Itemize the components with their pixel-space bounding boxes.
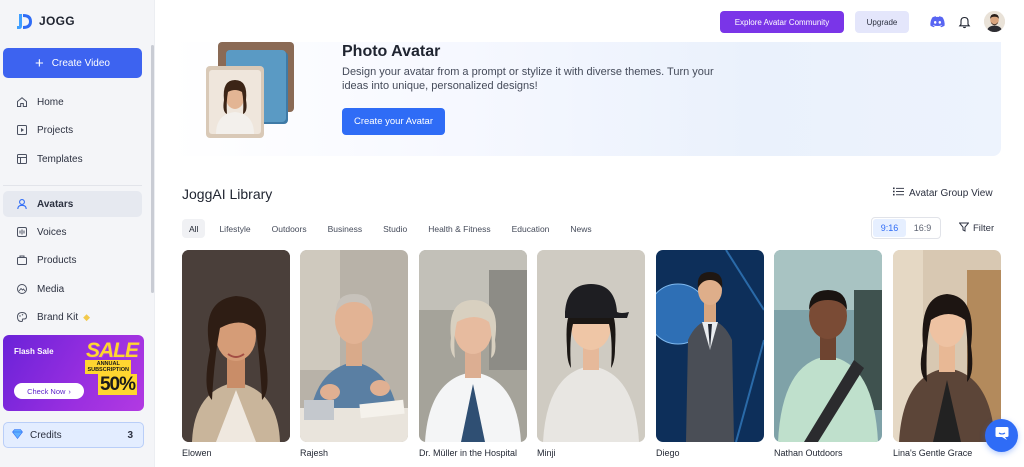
credits-box[interactable]: Credits 3 bbox=[3, 422, 144, 448]
chat-icon bbox=[994, 425, 1010, 446]
avatar-card[interactable]: Elowen bbox=[182, 250, 290, 459]
sidebar: JOGG + Create Video Home Projects Templa… bbox=[0, 0, 155, 467]
avatar-thumbnail-diego bbox=[656, 250, 764, 442]
sidebar-item-voices[interactable]: Voices bbox=[3, 219, 142, 245]
jogg-logo-icon bbox=[14, 11, 34, 31]
avatar-card[interactable]: Nathan Outdoors bbox=[774, 250, 882, 459]
avatar-thumbnail-rajesh bbox=[300, 250, 408, 442]
sale-graphic: SALE ANNUAL SUBSCRIPTION 50% bbox=[85, 337, 142, 409]
brand-kit-icon bbox=[16, 311, 28, 323]
products-icon bbox=[16, 254, 28, 266]
sidebar-item-media[interactable]: Media bbox=[3, 276, 142, 302]
tab-business[interactable]: Business bbox=[321, 219, 370, 238]
check-now-label: Check Now bbox=[27, 386, 66, 396]
chat-support-button[interactable] bbox=[985, 419, 1018, 452]
avatar-thumbnail-minji bbox=[537, 250, 645, 442]
sale-annual-text: ANNUAL SUBSCRIPTION bbox=[85, 360, 131, 375]
tab-lifestyle[interactable]: Lifestyle bbox=[212, 219, 257, 238]
sidebar-item-label: Media bbox=[37, 283, 65, 295]
avatar-user-icon bbox=[16, 198, 28, 210]
home-icon bbox=[16, 96, 28, 108]
category-tabs: All Lifestyle Outdoors Business Studio H… bbox=[182, 219, 606, 238]
tab-all[interactable]: All bbox=[182, 219, 206, 238]
sidebar-item-label: Templates bbox=[37, 153, 83, 165]
sidebar-item-products[interactable]: Products bbox=[3, 247, 142, 273]
tab-health-fitness[interactable]: Health & Fitness bbox=[421, 219, 497, 238]
sidebar-item-brand-kit[interactable]: Brand Kit ◆ bbox=[3, 304, 142, 330]
discord-icon[interactable] bbox=[929, 14, 945, 30]
avatar-card[interactable]: Dr. Müller in the Hospital bbox=[419, 250, 527, 459]
avatar-name: Nathan Outdoors bbox=[774, 448, 843, 458]
sidebar-scrollbar[interactable] bbox=[151, 45, 154, 293]
create-video-label: Create Video bbox=[51, 57, 110, 69]
avatar-name: Diego bbox=[656, 448, 680, 458]
avatar-thumbnail-dr-muller bbox=[419, 250, 527, 442]
tab-education[interactable]: Education bbox=[505, 219, 557, 238]
avatar-thumbnail-lina bbox=[893, 250, 1001, 442]
logo[interactable]: JOGG bbox=[14, 11, 75, 31]
tab-news[interactable]: News bbox=[563, 219, 598, 238]
plus-icon: + bbox=[35, 54, 44, 72]
credits-count: 3 bbox=[127, 429, 133, 441]
group-view-label: Avatar Group View bbox=[909, 187, 993, 199]
sidebar-item-avatars[interactable]: Avatars bbox=[3, 191, 142, 217]
check-now-button[interactable]: Check Now › bbox=[14, 383, 84, 399]
avatar-name: Lina's Gentle Grace bbox=[893, 448, 973, 458]
user-avatar[interactable] bbox=[984, 11, 1005, 32]
library-title: JoggAI Library bbox=[182, 186, 273, 202]
templates-icon bbox=[16, 153, 28, 165]
avatar-name: Elowen bbox=[182, 448, 212, 458]
avatar-thumbnail-nathan bbox=[774, 250, 882, 442]
avatar-card[interactable]: Minji bbox=[537, 250, 645, 459]
avatar-name: Rajesh bbox=[300, 448, 329, 458]
sidebar-item-label: Brand Kit bbox=[37, 311, 79, 323]
banner-title: Photo Avatar bbox=[342, 43, 441, 60]
create-video-button[interactable]: + Create Video bbox=[3, 48, 142, 78]
media-icon bbox=[16, 283, 28, 295]
sidebar-divider bbox=[3, 185, 142, 186]
bell-icon[interactable] bbox=[956, 14, 972, 30]
photo-avatar-banner bbox=[170, 42, 1001, 156]
avatar-group-view-toggle[interactable]: Avatar Group View bbox=[893, 187, 993, 199]
avatar-card[interactable]: Rajesh bbox=[300, 250, 408, 459]
ratio-9-16-option[interactable]: 9:16 bbox=[873, 219, 906, 237]
sale-percent: 50% bbox=[97, 374, 137, 395]
tab-outdoors[interactable]: Outdoors bbox=[265, 219, 314, 238]
filter-icon bbox=[958, 222, 970, 235]
create-avatar-button[interactable]: Create your Avatar bbox=[342, 108, 445, 135]
tab-studio[interactable]: Studio bbox=[376, 219, 414, 238]
projects-icon bbox=[16, 124, 28, 136]
avatar-thumbnail-elowen bbox=[182, 250, 290, 442]
sidebar-item-label: Products bbox=[37, 254, 77, 266]
sale-annual-line2: SUBSCRIPTION bbox=[87, 367, 129, 374]
avatar-card[interactable]: Lina's Gentle Grace bbox=[893, 250, 1001, 459]
gem-icon bbox=[12, 428, 23, 442]
filter-label: Filter bbox=[973, 223, 995, 234]
avatar-card[interactable]: Diego bbox=[656, 250, 764, 459]
sidebar-item-label: Projects bbox=[37, 124, 74, 136]
sidebar-item-home[interactable]: Home bbox=[3, 89, 142, 115]
aspect-ratio-toggle: 9:16 16:9 bbox=[871, 217, 941, 239]
flash-sale-banner[interactable]: Flash Sale Check Now › SALE ANNUAL SUBSCR… bbox=[3, 335, 144, 411]
sidebar-item-label: Voices bbox=[37, 226, 67, 238]
sidebar-item-templates[interactable]: Templates bbox=[3, 146, 142, 172]
ratio-16-9-option[interactable]: 16:9 bbox=[906, 219, 939, 237]
explore-avatar-community-button[interactable]: Explore Avatar Community bbox=[720, 11, 844, 33]
chevron-right-icon: › bbox=[68, 386, 71, 396]
diamond-icon: ◆ bbox=[83, 311, 91, 322]
sidebar-item-label: Home bbox=[37, 96, 64, 108]
list-icon bbox=[893, 187, 904, 199]
banner-description: Design your avatar from a prompt or styl… bbox=[342, 66, 714, 92]
photo-avatar-illustration bbox=[204, 42, 294, 142]
sidebar-item-projects[interactable]: Projects bbox=[3, 117, 142, 143]
flash-sale-title: Flash Sale bbox=[14, 347, 54, 356]
sidebar-item-label: Avatars bbox=[37, 198, 74, 210]
upgrade-button[interactable]: Upgrade bbox=[855, 11, 909, 33]
filter-button[interactable]: Filter bbox=[958, 222, 995, 235]
voice-icon bbox=[16, 226, 28, 238]
avatar-name: Minji bbox=[537, 448, 556, 458]
logo-text: JOGG bbox=[39, 14, 75, 28]
avatar-name: Dr. Müller in the Hospital bbox=[419, 448, 518, 458]
credits-label: Credits bbox=[30, 429, 62, 441]
